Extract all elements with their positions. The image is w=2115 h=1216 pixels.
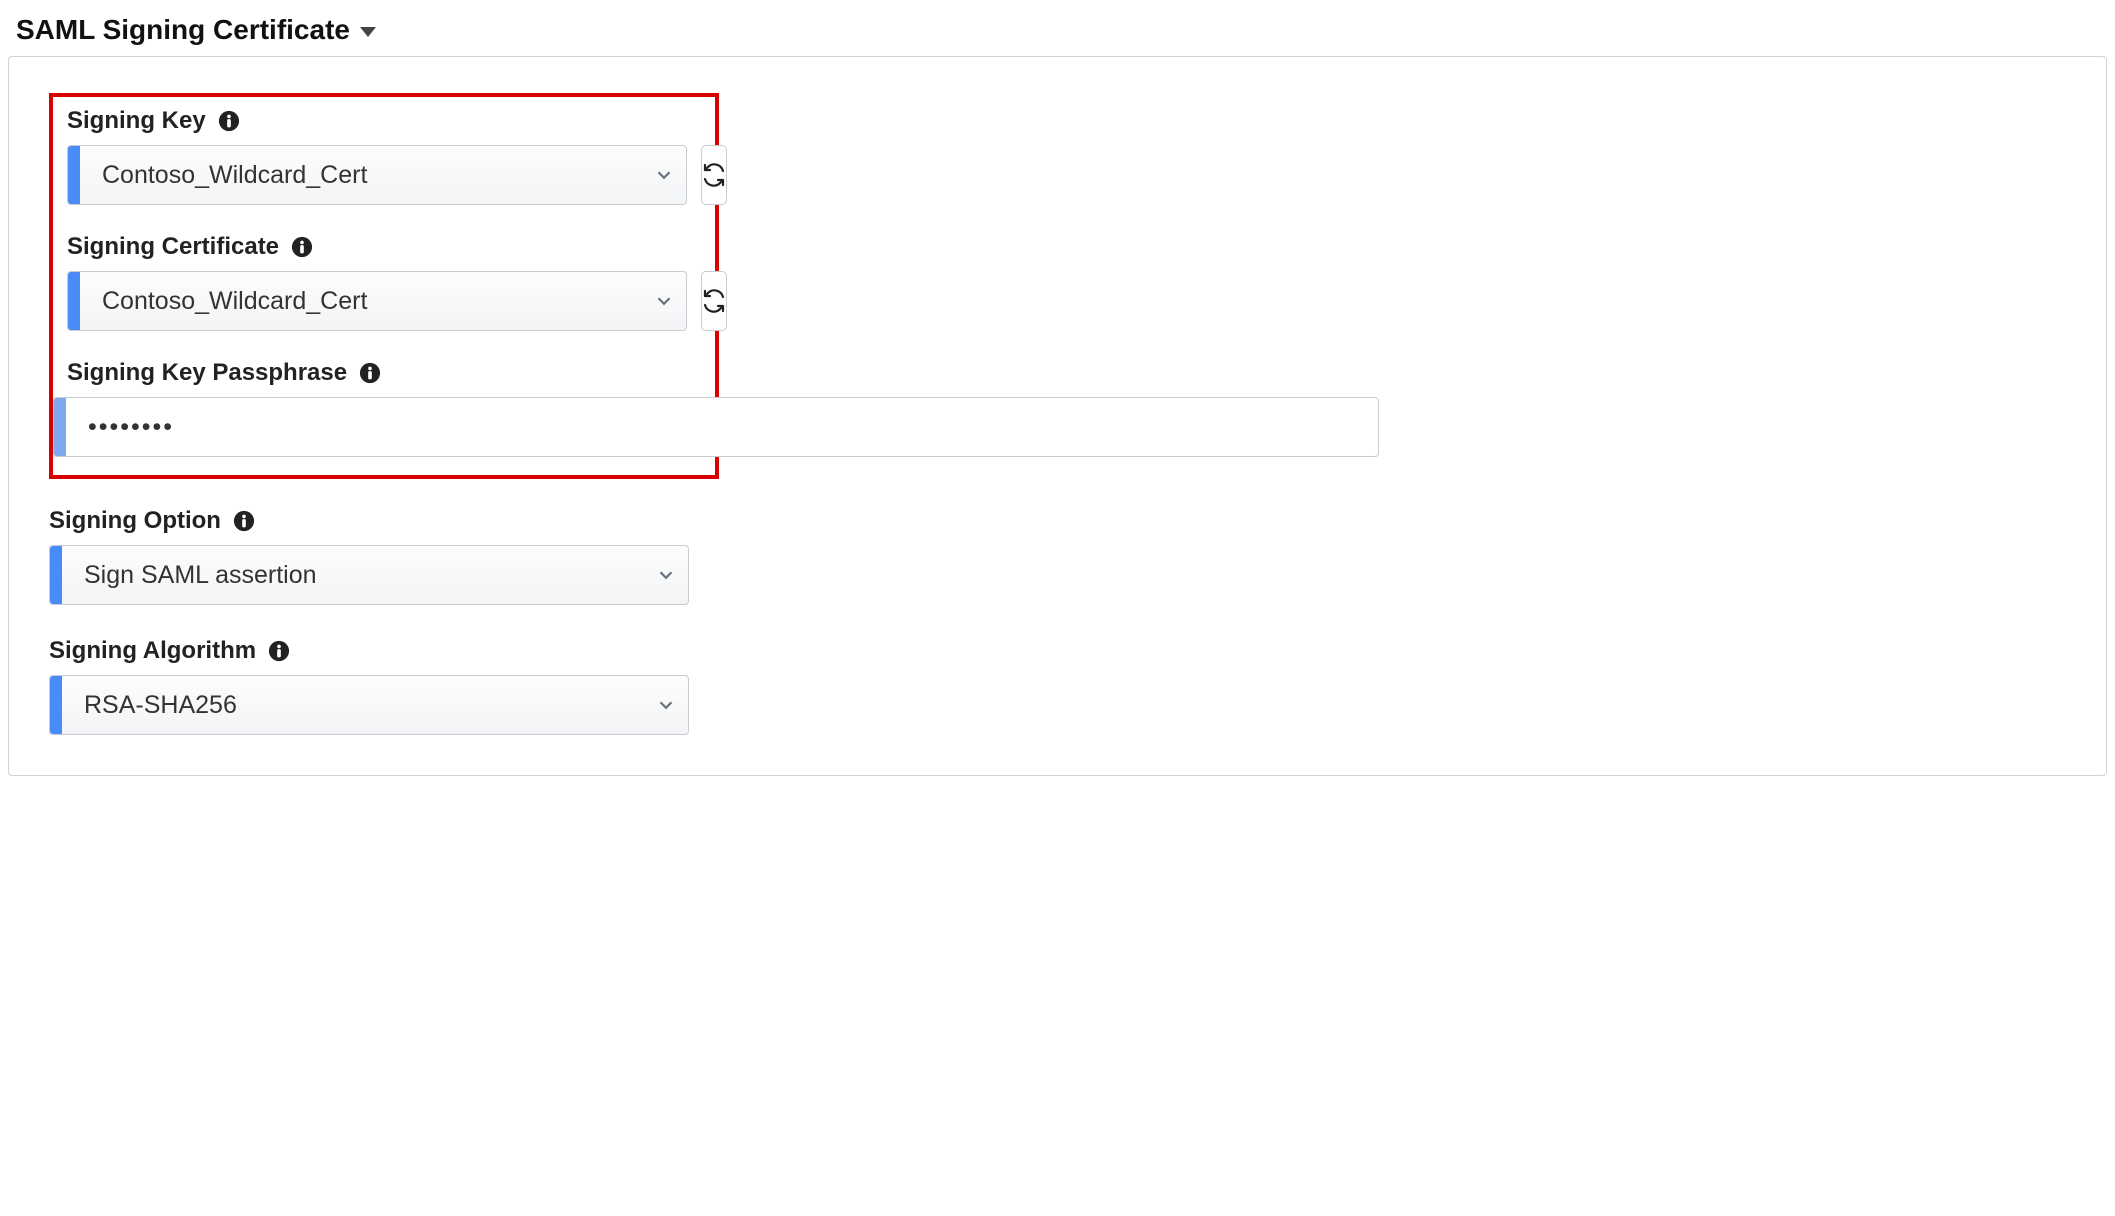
chevron-down-icon <box>644 546 688 604</box>
signing-key-select[interactable]: Contoso_Wildcard_Cert <box>67 145 687 205</box>
signing-key-field: Signing Key Contoso_Wildcard_Cert <box>67 107 701 205</box>
input-accent-bar <box>54 398 66 456</box>
chevron-down-icon <box>642 146 686 204</box>
signing-certificate-field: Signing Certificate Contoso_Wildcard_Cer… <box>67 233 701 331</box>
signing-key-passphrase-field: Signing Key Passphrase <box>67 359 701 457</box>
caret-down-icon <box>360 27 376 37</box>
signing-algorithm-field: Signing Algorithm RSA-SHA256 <box>49 637 2066 735</box>
chevron-down-icon <box>644 676 688 734</box>
signing-key-label: Signing Key <box>67 107 206 135</box>
signing-algorithm-select[interactable]: RSA-SHA256 <box>49 675 689 735</box>
select-accent-bar <box>50 546 62 604</box>
signing-option-select[interactable]: Sign SAML assertion <box>49 545 689 605</box>
section-title: SAML Signing Certificate <box>16 14 350 46</box>
section-header[interactable]: SAML Signing Certificate <box>8 8 2107 56</box>
signing-certificate-value: Contoso_Wildcard_Cert <box>80 272 642 330</box>
signing-key-value: Contoso_Wildcard_Cert <box>80 146 642 204</box>
signing-certificate-select[interactable]: Contoso_Wildcard_Cert <box>67 271 687 331</box>
signing-certificate-label: Signing Certificate <box>67 233 279 261</box>
highlighted-fields-box: Signing Key Contoso_Wildcard_Cert <box>49 93 719 479</box>
info-icon[interactable] <box>359 362 381 384</box>
signing-key-refresh-button[interactable] <box>701 145 727 205</box>
chevron-down-icon <box>642 272 686 330</box>
signing-key-passphrase-input[interactable] <box>66 398 1378 456</box>
signing-option-label: Signing Option <box>49 507 221 535</box>
info-icon[interactable] <box>218 110 240 132</box>
info-icon[interactable] <box>233 510 255 532</box>
signing-algorithm-label: Signing Algorithm <box>49 637 256 665</box>
signing-key-passphrase-label: Signing Key Passphrase <box>67 359 347 387</box>
signing-option-field: Signing Option Sign SAML assertion <box>49 507 2066 605</box>
saml-signing-certificate-panel: Signing Key Contoso_Wildcard_Cert <box>8 56 2107 776</box>
select-accent-bar <box>68 272 80 330</box>
signing-certificate-refresh-button[interactable] <box>701 271 727 331</box>
signing-option-value: Sign SAML assertion <box>62 546 644 604</box>
signing-algorithm-value: RSA-SHA256 <box>62 676 644 734</box>
info-icon[interactable] <box>291 236 313 258</box>
info-icon[interactable] <box>268 640 290 662</box>
select-accent-bar <box>50 676 62 734</box>
select-accent-bar <box>68 146 80 204</box>
